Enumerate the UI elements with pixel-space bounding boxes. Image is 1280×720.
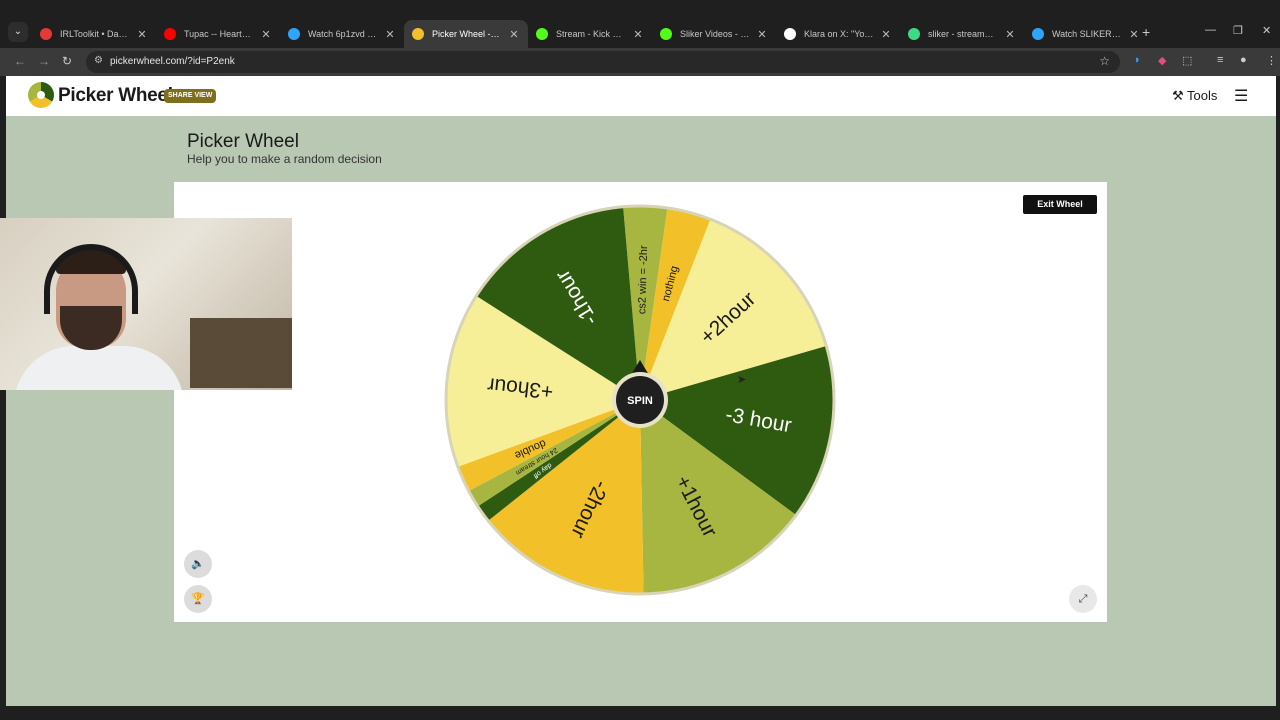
tab-favicon-icon (40, 28, 52, 40)
tools-button[interactable]: ⚒ Tools (1172, 88, 1217, 104)
trophy-icon[interactable]: 🏆 (184, 585, 212, 613)
tab-favicon-icon (1032, 28, 1044, 40)
tab-title: Watch SLIKER WHEN (1052, 29, 1122, 39)
webcam-headset (44, 244, 138, 314)
tab-close-icon[interactable]: ✕ (632, 28, 644, 41)
mouse-cursor-icon: ➤ (737, 374, 747, 386)
share-view-badge: SHARE VIEW (164, 89, 217, 103)
page-subtitle: Help you to make a random decision (187, 152, 382, 166)
profile-avatar-icon[interactable]: ● (1240, 54, 1247, 66)
site-header: Picker Wheel SHARE VIEW ⚒ Tools ☰ (6, 76, 1276, 116)
tab-title: IRLToolkit • Dashboard (60, 29, 130, 39)
tab-title: Picker Wheel - Spin (432, 29, 502, 39)
browser-tab[interactable]: IRLToolkit • Dashboard ✕ (32, 20, 156, 48)
spin-label: SPIN (627, 395, 653, 407)
exit-wheel-button[interactable]: Exit Wheel (1023, 195, 1097, 214)
tab-close-icon[interactable]: ✕ (136, 28, 148, 41)
tab-favicon-icon (784, 28, 796, 40)
browser-toolbar: ← → ↻ ⚙ pickerwheel.com/?id=P2enk ☆ ◗ ◆ … (0, 48, 1280, 76)
address-bar[interactable]: ⚙ pickerwheel.com/?id=P2enk ☆ (86, 51, 1120, 73)
webcam-person-body (14, 346, 184, 390)
extensions-puzzle-icon[interactable]: ⬚ (1182, 54, 1192, 67)
browser-tab[interactable]: Tupac -- Heartz of Men ✕ (156, 20, 280, 48)
tab-favicon-icon (288, 28, 300, 40)
extension-icon[interactable]: ◆ (1158, 54, 1166, 67)
browser-tab[interactable]: Klara on X: "Your average ✕ (776, 20, 900, 48)
minimize-icon[interactable]: — (1205, 24, 1216, 36)
new-tab-icon[interactable]: + (1142, 24, 1150, 40)
back-icon[interactable]: ← (14, 54, 26, 68)
page-title: Picker Wheel (187, 131, 299, 152)
sound-toggle-icon[interactable]: 🔈 (184, 550, 212, 578)
tab-title: Stream - Kick Dashboard (556, 29, 626, 39)
tab-title: Sliker Videos - Watch (680, 29, 750, 39)
browser-tab[interactable]: Watch 6p1zvd | Stream ✕ (280, 20, 404, 48)
tab-close-icon[interactable]: ✕ (756, 28, 768, 41)
close-window-icon[interactable]: ✕ (1262, 24, 1271, 37)
browser-tab[interactable]: Picker Wheel - Spin ✕ (404, 20, 528, 48)
picker-wheel-logo-icon[interactable] (28, 82, 54, 108)
tab-search-icon[interactable]: ⌄ (8, 22, 28, 42)
url-text: pickerwheel.com/?id=P2enk (110, 56, 235, 67)
tab-close-icon[interactable]: ✕ (508, 28, 520, 41)
browser-tab[interactable]: sliker - streamer Stats ✕ (900, 20, 1024, 48)
tab-title: Watch 6p1zvd | Stream (308, 29, 378, 39)
browser-tab[interactable]: Sliker Videos - Watch ✕ (652, 20, 776, 48)
tab-list: IRLToolkit • Dashboard✕Tupac -- Heartz o… (32, 20, 1148, 48)
tab-close-icon[interactable]: ✕ (1004, 28, 1016, 41)
forward-icon[interactable]: → (38, 54, 50, 68)
bookmark-star-icon[interactable]: ☆ (1099, 54, 1110, 68)
hammer-icon: ⚒ (1172, 88, 1184, 103)
webcam-background-shelf (190, 318, 292, 388)
tab-favicon-icon (164, 28, 176, 40)
tab-favicon-icon (908, 28, 920, 40)
tab-favicon-icon (412, 28, 424, 40)
browser-tab[interactable]: Stream - Kick Dashboard ✕ (528, 20, 652, 48)
media-control-icon[interactable]: ≡ (1217, 54, 1223, 66)
tab-close-icon[interactable]: ✕ (880, 28, 892, 41)
tab-close-icon[interactable]: ✕ (260, 28, 272, 41)
tools-label: Tools (1187, 88, 1218, 103)
picker-wheel[interactable]: cs2 win = -2hr nothing+2hour-3 hour+1hour… (444, 204, 836, 596)
wheel-panel: Exit Wheel 🔈 🏆 ⤢ cs2 win = -2hr nothing +2… (174, 182, 1107, 622)
site-info-icon[interactable]: ⚙ (94, 55, 103, 66)
extension-icon[interactable]: ◗ (1134, 54, 1141, 66)
wheel-segment-label: cs2 win = -2hr (636, 245, 650, 314)
tab-title: sliker - streamer Stats (928, 29, 998, 39)
webcam-overlay (0, 218, 292, 390)
bottom-bar (0, 706, 1280, 720)
hamburger-menu-icon[interactable]: ☰ (1234, 86, 1248, 106)
tab-close-icon[interactable]: ✕ (384, 28, 396, 41)
web-page: Picker Wheel SHARE VIEW ⚒ Tools ☰ Picker… (6, 76, 1276, 706)
tab-close-icon[interactable]: ✕ (1128, 28, 1140, 41)
browser-tab[interactable]: Watch SLIKER WHEN ✕ (1024, 20, 1148, 48)
brand-name[interactable]: Picker Wheel (58, 85, 173, 107)
tab-title: Klara on X: "Your average (804, 29, 874, 39)
fullscreen-icon[interactable]: ⤢ (1069, 585, 1097, 613)
tab-title: Tupac -- Heartz of Men (184, 29, 254, 39)
tab-favicon-icon (536, 28, 548, 40)
restore-icon[interactable]: ❐ (1233, 24, 1243, 37)
browser-tab-strip: ⌄ IRLToolkit • Dashboard✕Tupac -- Heartz… (0, 0, 1280, 48)
tab-favicon-icon (660, 28, 672, 40)
reload-icon[interactable]: ↻ (62, 54, 72, 68)
browser-menu-icon[interactable]: ⋮ (1266, 54, 1277, 67)
